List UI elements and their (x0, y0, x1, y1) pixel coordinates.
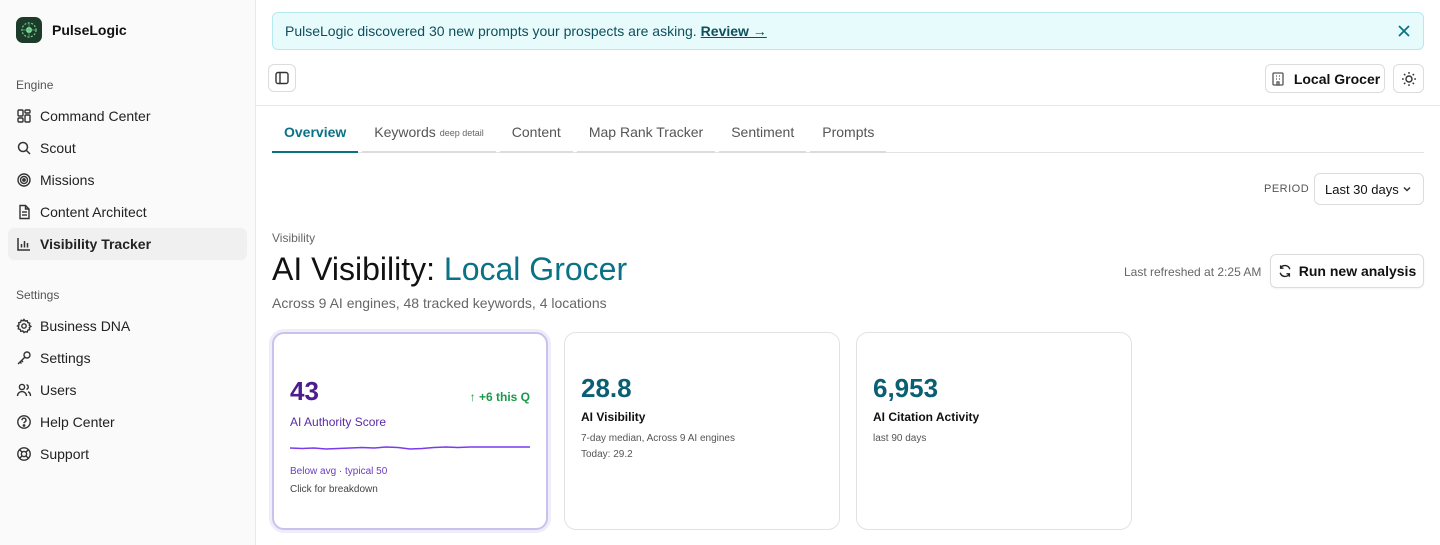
chevron-down-icon (1403, 186, 1411, 192)
period-value: Last 30 days (1325, 181, 1399, 197)
citation-activity-note: last 90 days (873, 433, 927, 444)
tab-suffix: deep detail (439, 128, 484, 138)
document-icon (19, 204, 30, 220)
sidebar-item-settings[interactable]: Settings (8, 342, 247, 374)
lifebuoy-icon (17, 447, 31, 461)
period-select[interactable]: Last 30 days (1314, 173, 1424, 205)
settings-nav: Business DNA Settings Users Help Center … (8, 310, 247, 470)
sidebar-item-label: Support (40, 446, 90, 462)
sidebar-item-label: Missions (40, 172, 95, 188)
authority-sparkline-line (290, 446, 530, 450)
theme-toggle-button[interactable] (1393, 64, 1424, 93)
sidebar-item-label: Settings (40, 350, 91, 366)
key-icon (17, 351, 31, 365)
tab-prompts[interactable]: Prompts (810, 113, 887, 153)
tab-label: Content (511, 124, 561, 140)
run-button-label: Run new analysis (1298, 263, 1417, 279)
settings-section-label: Settings (16, 288, 60, 302)
pulselogic-logo-icon (16, 17, 42, 43)
sun-icon (1401, 71, 1416, 86)
gear-icon (16, 318, 32, 334)
page-title-business: Local Grocer (443, 251, 628, 287)
section-tabs: Overview Keywords deep detail Content Map… (272, 113, 1424, 153)
sidebar-item-users[interactable]: Users (8, 374, 247, 406)
sidebar-item-label: Command Center (40, 108, 151, 124)
brand[interactable]: PulseLogic (8, 16, 247, 44)
sidebar-item-scout[interactable]: Scout (8, 132, 247, 164)
sidebar-item-support[interactable]: Support (8, 438, 247, 470)
sidebar-item-missions[interactable]: Missions (8, 164, 247, 196)
ai-visibility-label: AI Visibility (581, 410, 646, 424)
run-new-analysis-button[interactable]: Run new analysis (1270, 254, 1424, 288)
sidebar-panel-icon (275, 71, 289, 85)
ai-visibility-note: 7-day median, Across 9 AI engines Today:… (581, 431, 823, 463)
citation-activity-value: 6,953 (873, 373, 939, 403)
tab-label: Keywords (374, 124, 436, 140)
sidebar-item-content-architect[interactable]: Content Architect (8, 196, 247, 228)
tab-keywords[interactable]: Keywords deep detail (362, 113, 496, 153)
tab-content[interactable]: Content (499, 113, 573, 153)
sidebar-item-label: Business DNA (40, 318, 131, 334)
brand-name: PulseLogic (52, 22, 127, 38)
tab-overview[interactable]: Overview (272, 113, 359, 153)
page-title-prefix: AI Visibility: (272, 251, 436, 287)
close-icon[interactable] (1397, 24, 1411, 38)
engine-section-label: Engine (16, 78, 54, 92)
sidebar-toggle-button[interactable] (268, 64, 296, 92)
sidebar-item-label: Content Architect (40, 204, 147, 220)
ai-authority-score-card[interactable]: 43 ↑ +6 this Q AI Authority Score Below … (272, 332, 548, 530)
refresh-icon (1279, 264, 1291, 278)
sidebar-item-label: Scout (40, 140, 76, 156)
ai-visibility-card[interactable]: 28.8 AI Visibility 7-day median, Across … (564, 332, 840, 530)
target-icon (17, 173, 31, 187)
search-icon (17, 141, 31, 155)
ai-citation-activity-card[interactable]: 6,953 AI Citation Activity last 90 days (856, 332, 1132, 530)
sidebar-item-help-center[interactable]: Help Center (8, 406, 247, 438)
authority-sparkline (290, 446, 530, 450)
breadcrumb: Visibility (272, 231, 316, 245)
account-name: Local Grocer (1293, 70, 1381, 87)
last-refreshed: Last refreshed at 2:25 AM (1124, 265, 1262, 279)
building-icon (1272, 71, 1284, 86)
discovery-banner: PulseLogic discovered 30 new prompts you… (272, 12, 1424, 50)
banner-text: PulseLogic discovered 30 new prompts you… (285, 23, 697, 39)
sidebar-item-label: Help Center (40, 414, 115, 430)
account-switcher-button[interactable]: Local Grocer (1265, 64, 1385, 93)
ai-visibility-note-line: 7-day median, Across 9 AI engines (581, 433, 735, 444)
main-content: PulseLogic discovered 30 new prompts you… (256, 0, 1440, 545)
sidebar-item-command-center[interactable]: Command Center (8, 100, 247, 132)
sidebar-item-label: Visibility Tracker (40, 236, 152, 252)
topbar-divider (256, 105, 1440, 106)
authority-benchmark-note: Below avg · typical 50 (290, 466, 388, 477)
sidebar: PulseLogic Engine Command Center Scout M… (0, 0, 256, 545)
dashboard-icon (17, 109, 31, 123)
authority-score-label: AI Authority Score (290, 415, 387, 429)
tab-sentiment[interactable]: Sentiment (719, 113, 807, 153)
sidebar-item-label: Users (40, 382, 77, 398)
citation-activity-label: AI Citation Activity (873, 410, 980, 424)
tab-label: Prompts (822, 124, 875, 140)
bar-chart-icon (17, 238, 30, 251)
tab-label: Overview (284, 124, 347, 140)
authority-trend-badge: ↑ +6 this Q (469, 390, 530, 404)
sidebar-item-visibility-tracker[interactable]: Visibility Tracker (8, 228, 247, 260)
authority-breakdown-hint: Click for breakdown (290, 484, 378, 495)
sidebar-item-business-dna[interactable]: Business DNA (8, 310, 247, 342)
tab-label: Map Rank Tracker (588, 124, 704, 140)
tab-label: Sentiment (731, 124, 795, 140)
banner-review-link[interactable]: Review → (701, 23, 767, 39)
page-subtitle: Across 9 AI engines, 48 tracked keywords… (272, 295, 607, 311)
tab-map-rank-tracker[interactable]: Map Rank Tracker (576, 113, 716, 153)
engine-nav: Command Center Scout Missions Content Ar… (8, 100, 247, 260)
page-title: AI Visibility: Local Grocer (272, 251, 627, 288)
help-icon (17, 415, 31, 429)
ai-visibility-today: Today: 29.2 (581, 449, 633, 460)
period-label: PERIOD (1264, 183, 1310, 195)
users-icon (16, 383, 32, 397)
ai-visibility-value: 28.8 (581, 373, 632, 403)
